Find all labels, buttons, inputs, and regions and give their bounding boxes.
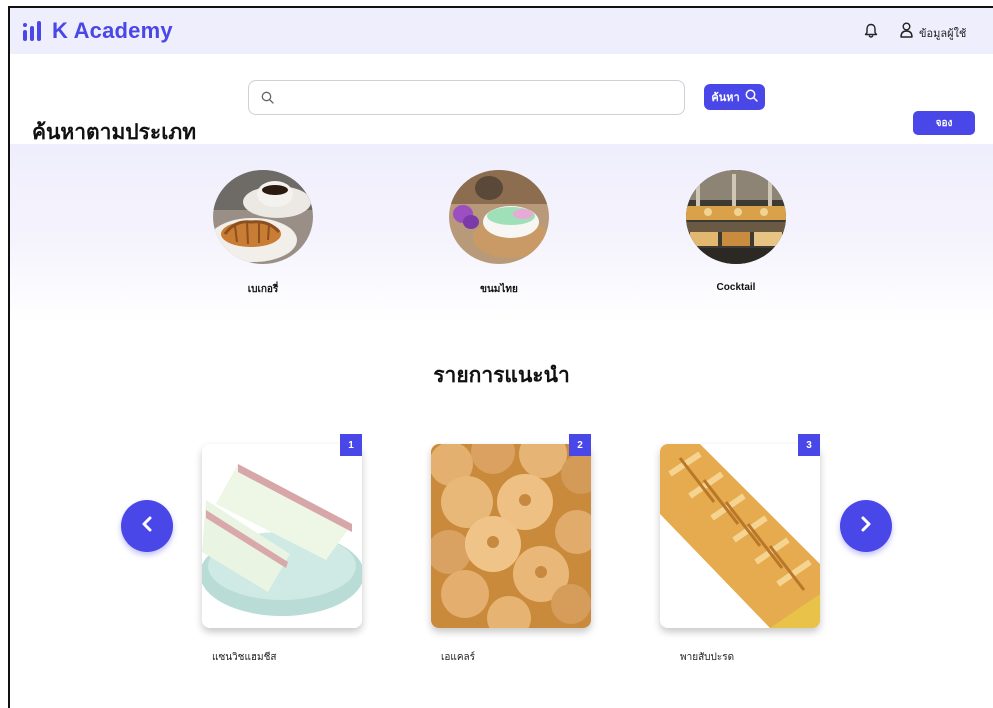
category-label: Cocktail	[716, 282, 756, 293]
search-bar[interactable]	[248, 80, 685, 115]
category-image	[213, 170, 313, 264]
card-label: เอแคลร์	[441, 652, 476, 663]
category-image	[449, 170, 549, 264]
card-label: พายสับปะรด	[680, 652, 735, 663]
category-item-thai-dessert[interactable]: ขนมไทย	[449, 170, 549, 297]
top-navbar: K Academy ข้อมูลผู้ใช้	[10, 8, 993, 54]
search-button[interactable]: ค้นหา	[704, 84, 765, 110]
category-image	[686, 170, 786, 264]
category-label: เบเกอรี่	[247, 284, 279, 295]
user-icon	[900, 22, 913, 43]
recommended-title: รายการแนะนำ	[433, 364, 570, 387]
recommended-card[interactable]: 1	[202, 434, 362, 628]
search-input[interactable]	[283, 87, 673, 109]
logo[interactable]: K Academy	[22, 18, 173, 44]
carousel-next-button[interactable]	[840, 500, 892, 552]
card-image	[202, 444, 362, 628]
category-item-cocktail[interactable]: Cocktail	[686, 170, 786, 293]
search-icon	[261, 91, 274, 109]
recommended-card[interactable]: 3	[660, 434, 820, 628]
category-label: ขนมไทย	[480, 284, 518, 295]
search-button-label: ค้นหา	[711, 92, 740, 104]
category-item-bakery[interactable]: เบเกอรี่	[213, 170, 313, 297]
card-label: แซนวิชแฮมชีส	[212, 652, 277, 663]
recommended-card[interactable]: 2	[431, 434, 591, 628]
chevron-right-icon	[858, 515, 874, 538]
card-image	[431, 444, 591, 628]
app-window: K Academy ข้อมูลผู้ใช้ ค้นหา ค้นหาตามประ…	[8, 6, 993, 708]
carousel-prev-button[interactable]	[121, 500, 173, 552]
chevron-left-icon	[139, 515, 155, 538]
user-menu[interactable]: ข้อมูลผู้ใช้	[900, 22, 966, 43]
app-name: K Academy	[52, 18, 173, 43]
user-label: ข้อมูลผู้ใช้	[919, 27, 967, 40]
card-image	[660, 444, 820, 628]
rank-badge: 3	[798, 434, 820, 456]
rank-badge: 2	[569, 434, 591, 456]
bell-icon[interactable]	[864, 23, 878, 39]
search-icon	[745, 89, 758, 105]
logo-bars-icon	[22, 20, 44, 42]
book-button[interactable]: จอง	[913, 111, 975, 135]
category-band: เบเกอรี่ ขนมไทย Cocktail	[10, 144, 993, 322]
rank-badge: 1	[340, 434, 362, 456]
